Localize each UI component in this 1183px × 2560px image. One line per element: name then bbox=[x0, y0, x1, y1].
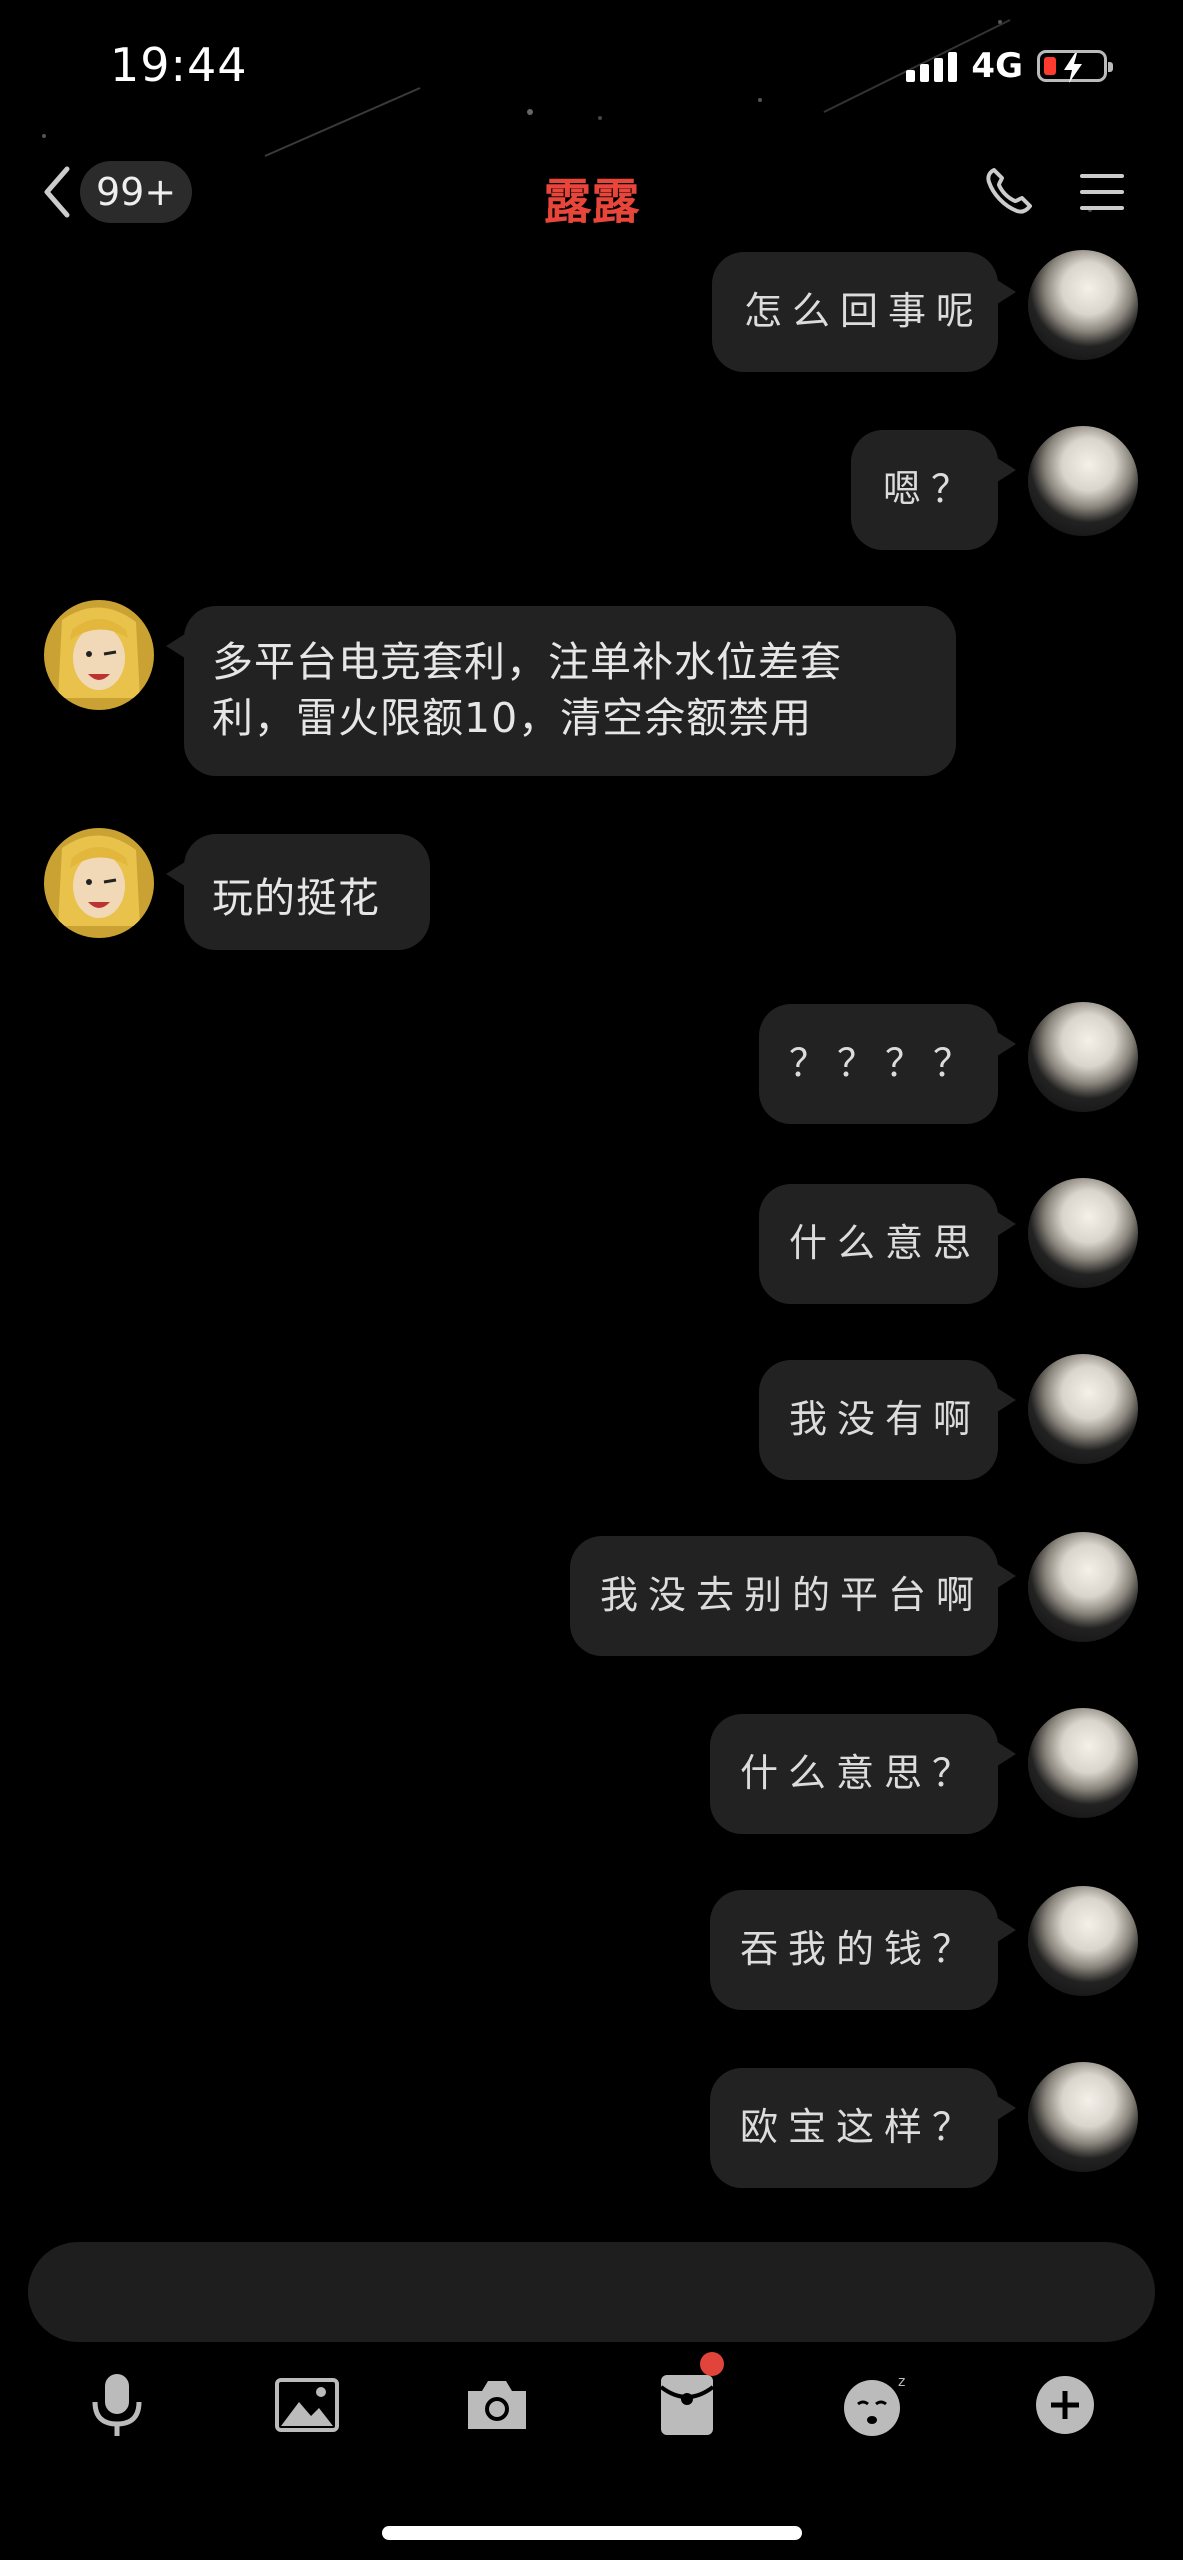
message-bubble[interactable]: 什么意思 bbox=[759, 1184, 1016, 1304]
message-bubble[interactable]: 我没有啊 bbox=[759, 1360, 1016, 1480]
message-text: 欧宝这样？ bbox=[740, 2105, 981, 2149]
plus-icon[interactable] bbox=[1020, 2360, 1110, 2450]
message-text: 什么意思？ bbox=[740, 1751, 981, 1795]
my-avatar[interactable] bbox=[1028, 1354, 1138, 1464]
contact-avatar[interactable] bbox=[44, 828, 154, 938]
my-avatar[interactable] bbox=[1028, 2062, 1138, 2172]
microphone-icon[interactable] bbox=[72, 2360, 162, 2450]
message-text: ？？？？ bbox=[789, 1041, 982, 1085]
message-bubble[interactable]: 欧宝这样？ bbox=[710, 2068, 1016, 2188]
signal-strength-icon bbox=[906, 50, 958, 82]
status-bar: 19:44 4G bbox=[0, 0, 1183, 130]
notification-dot bbox=[700, 2352, 724, 2376]
phone-icon[interactable] bbox=[984, 166, 1034, 216]
my-avatar[interactable] bbox=[1028, 1178, 1138, 1288]
my-avatar[interactable] bbox=[1028, 1708, 1138, 1818]
battery-icon bbox=[1037, 50, 1113, 83]
message-text: 我没有啊 bbox=[789, 1397, 982, 1441]
message-bubble[interactable]: 怎么回事呢 bbox=[712, 252, 1016, 372]
status-time: 19:44 bbox=[110, 38, 248, 92]
message-text-line: 多平台电竞套利，注单补水位差套 bbox=[212, 638, 842, 686]
message-text: 什么意思 bbox=[789, 1221, 982, 1265]
my-avatar[interactable] bbox=[1028, 250, 1138, 360]
menu-icon[interactable] bbox=[1080, 170, 1124, 214]
message-text: 我没去别的平台啊 bbox=[600, 1573, 985, 1617]
unread-count-badge: 99+ bbox=[80, 161, 193, 223]
my-avatar[interactable] bbox=[1028, 1002, 1138, 1112]
message-text: 吞我的钱？ bbox=[740, 1927, 981, 1971]
message-bubble[interactable]: 什么意思？ bbox=[710, 1714, 1016, 1834]
my-avatar[interactable] bbox=[1028, 426, 1138, 536]
back-chevron-icon bbox=[36, 162, 76, 222]
message-bubble[interactable]: 玩的挺花 bbox=[166, 834, 430, 950]
message-input[interactable] bbox=[28, 2242, 1155, 2342]
message-text-line: 利，雷火限额10，清空余额禁用 bbox=[212, 694, 813, 742]
red-packet-icon[interactable] bbox=[642, 2352, 732, 2450]
message-bubble[interactable]: 我没去别的平台啊 bbox=[570, 1536, 1016, 1656]
camera-icon[interactable] bbox=[452, 2360, 542, 2450]
message-text: 怎么回事呢 bbox=[744, 289, 985, 333]
message-bubble[interactable]: ？？？？ bbox=[759, 1004, 1016, 1124]
my-avatar[interactable] bbox=[1028, 1532, 1138, 1642]
network-type: 4G bbox=[971, 46, 1023, 86]
home-indicator[interactable] bbox=[382, 2526, 802, 2540]
message-bubble[interactable]: 吞我的钱？ bbox=[710, 1890, 1016, 2010]
chat-header: 露露 99+ bbox=[0, 140, 1183, 240]
back-button[interactable]: 99+ bbox=[36, 161, 196, 223]
message-bubble[interactable]: 多平台电竞套利，注单补水位差套 利，雷火限额10，清空余额禁用 bbox=[166, 606, 956, 776]
contact-avatar[interactable] bbox=[44, 600, 154, 710]
message-text: 玩的挺花 bbox=[212, 874, 380, 922]
svg-text:z: z bbox=[898, 2374, 905, 2390]
message-bubble[interactable]: 嗯？ bbox=[851, 430, 1016, 550]
status-indicators: 4G bbox=[906, 46, 1113, 86]
message-text: 嗯？ bbox=[883, 467, 980, 511]
emoji-icon[interactable]: z bbox=[832, 2360, 922, 2450]
my-avatar[interactable] bbox=[1028, 1886, 1138, 1996]
input-toolbar: z bbox=[0, 2352, 1183, 2460]
image-icon[interactable] bbox=[262, 2360, 352, 2450]
